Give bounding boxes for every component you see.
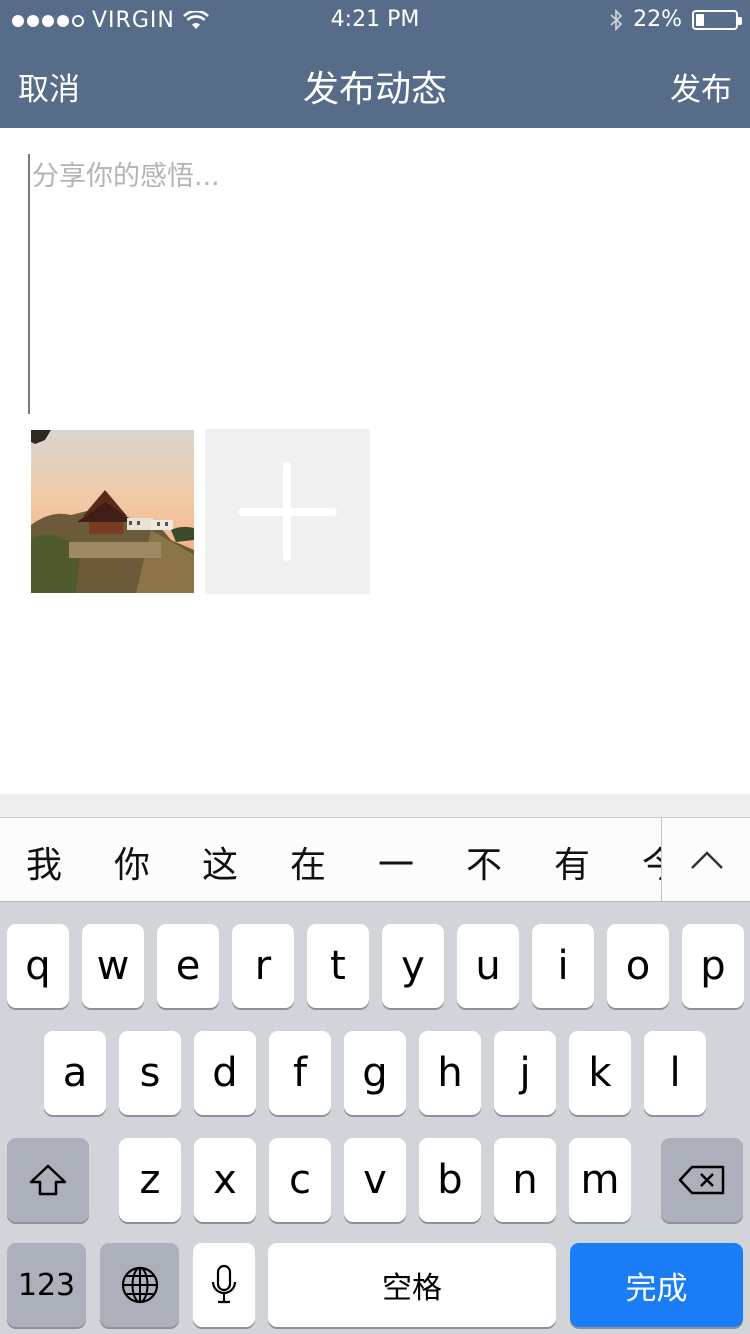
dictation-key[interactable]: [193, 1243, 255, 1327]
backspace-icon: [678, 1165, 725, 1195]
key-x[interactable]: x: [194, 1138, 256, 1222]
key-g[interactable]: g: [344, 1031, 406, 1115]
ime-candidate-bar: 我你这在一不有今: [0, 818, 750, 902]
add-photo-button[interactable]: [205, 429, 370, 594]
key-f[interactable]: f: [269, 1031, 331, 1115]
ime-candidate[interactable]: 一: [378, 836, 414, 888]
key-e[interactable]: e: [157, 924, 219, 1008]
key-t[interactable]: t: [307, 924, 369, 1008]
publish-button[interactable]: 发布: [670, 64, 732, 109]
globe-key[interactable]: [100, 1243, 179, 1327]
key-v[interactable]: v: [344, 1138, 406, 1222]
key-w[interactable]: w: [82, 924, 144, 1008]
ime-candidate[interactable]: 在: [290, 836, 326, 888]
temple-photo-image: [31, 430, 194, 593]
key-s[interactable]: s: [119, 1031, 181, 1115]
key-m[interactable]: m: [569, 1138, 631, 1222]
delete-key[interactable]: [661, 1138, 743, 1222]
key-l[interactable]: l: [644, 1031, 706, 1115]
keyboard-top-strip: [0, 794, 750, 818]
key-k[interactable]: k: [569, 1031, 631, 1115]
ime-candidate[interactable]: 你: [114, 836, 150, 888]
numbers-key[interactable]: 123: [7, 1243, 86, 1327]
keyboard: 123 空格 完成 qwertyuiop asdfghjkl zxcvbnm: [0, 902, 750, 1334]
post-text-input[interactable]: [28, 154, 722, 414]
bluetooth-icon: [610, 8, 623, 31]
key-n[interactable]: n: [494, 1138, 556, 1222]
page-title: 发布动态: [302, 69, 447, 110]
key-a[interactable]: a: [44, 1031, 106, 1115]
key-b[interactable]: b: [419, 1138, 481, 1222]
key-p[interactable]: p: [682, 924, 744, 1008]
key-y[interactable]: y: [382, 924, 444, 1008]
key-z[interactable]: z: [119, 1138, 181, 1222]
status-bar: VIRGIN 4:21 PM 22%: [0, 0, 750, 40]
ime-candidate[interactable]: 我: [26, 836, 62, 888]
key-r[interactable]: r: [232, 924, 294, 1008]
cancel-button[interactable]: 取消: [18, 64, 80, 109]
status-right: 22%: [609, 7, 742, 32]
chevron-up-icon: [691, 851, 723, 869]
ime-candidate[interactable]: 不: [466, 836, 502, 888]
battery-percent: 22%: [633, 7, 682, 32]
key-q[interactable]: q: [7, 924, 69, 1008]
ime-candidate[interactable]: 这: [202, 836, 238, 888]
done-key[interactable]: 完成: [570, 1243, 743, 1327]
ime-candidate[interactable]: 有: [554, 836, 590, 888]
shift-key[interactable]: [7, 1138, 89, 1222]
key-o[interactable]: o: [607, 924, 669, 1008]
microphone-icon: [211, 1264, 237, 1304]
key-u[interactable]: u: [457, 924, 519, 1008]
expand-candidates-button[interactable]: [661, 818, 750, 901]
header: VIRGIN 4:21 PM 22% 取消 发布动态 发布: [0, 0, 750, 128]
nav-bar: 取消 发布动态 发布: [0, 40, 750, 128]
post-composer: [0, 128, 750, 794]
photo-thumbnail[interactable]: [31, 430, 194, 593]
key-j[interactable]: j: [494, 1031, 556, 1115]
space-key[interactable]: 空格: [268, 1243, 556, 1327]
shift-icon: [29, 1164, 67, 1196]
key-h[interactable]: h: [419, 1031, 481, 1115]
key-c[interactable]: c: [269, 1138, 331, 1222]
key-i[interactable]: i: [532, 924, 594, 1008]
key-d[interactable]: d: [194, 1031, 256, 1115]
battery-icon: [692, 9, 742, 30]
globe-icon: [121, 1266, 158, 1304]
